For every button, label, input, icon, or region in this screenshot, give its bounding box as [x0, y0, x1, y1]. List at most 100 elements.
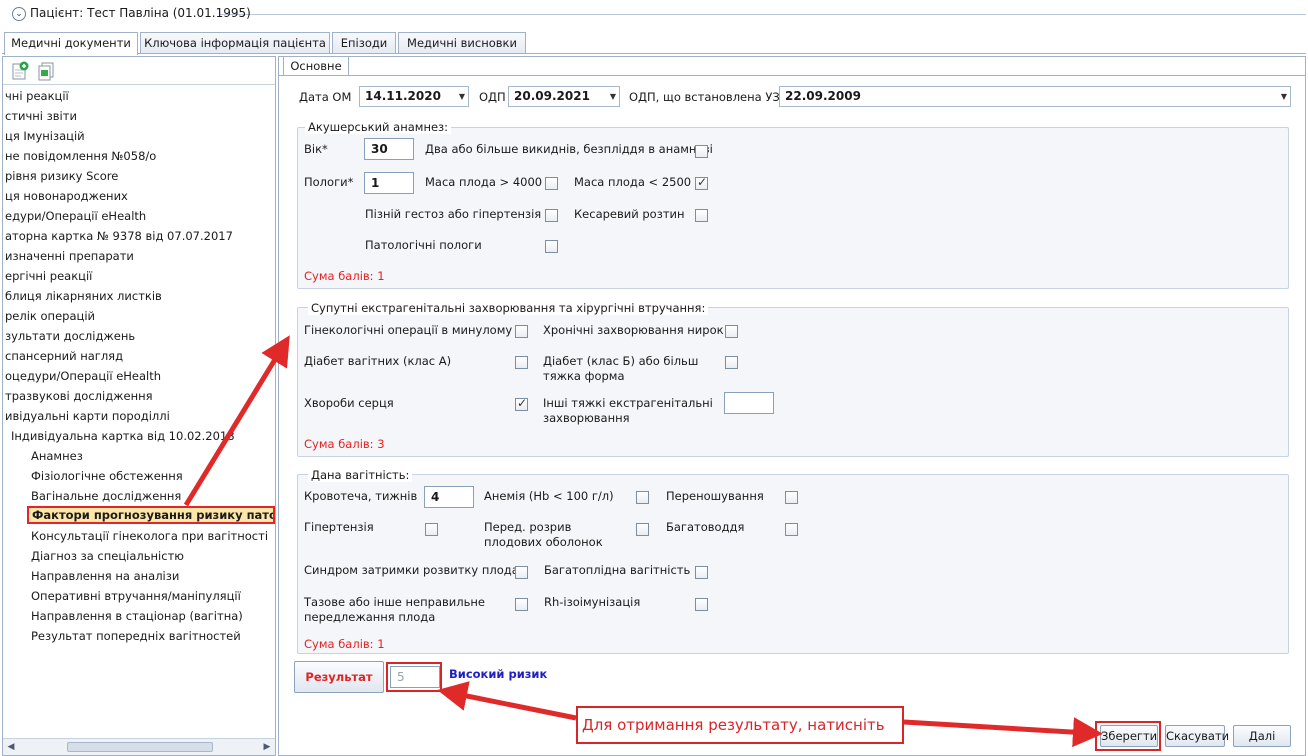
result-button[interactable]: Результат: [294, 661, 384, 693]
odp-uzd-label: ОДП, що встановлена УЗД: [629, 90, 789, 104]
breech-checkbox[interactable]: [515, 598, 528, 611]
patient-title: Пацієнт: Тест Павліна (01.01.1995): [30, 6, 251, 20]
tree-item[interactable]: блиця лікарняних листків: [5, 287, 275, 305]
anemia-checkbox[interactable]: [636, 491, 649, 504]
tab-episodes[interactable]: Епізоди: [332, 32, 396, 54]
postterm-checkbox[interactable]: [785, 491, 798, 504]
cesarean-checkbox[interactable]: [695, 209, 708, 222]
tab-medical-conclusions[interactable]: Медичні висновки: [398, 32, 526, 54]
copy-document-icon[interactable]: [36, 61, 56, 81]
current-pregnancy-title: Дана вагітність:: [308, 468, 413, 482]
risk-level-text: Високий ризик: [449, 667, 548, 681]
cesarean-label: Кесаревий розтин: [574, 207, 685, 221]
cancel-button[interactable]: Скасувати: [1165, 725, 1229, 747]
scroll-right-icon[interactable]: ▶: [261, 741, 273, 753]
dropdown-arrow-icon[interactable]: ▼: [459, 87, 465, 106]
chronic-kidney-checkbox[interactable]: [725, 325, 738, 338]
growth-restriction-label: Синдром затримки розвитку плода: [304, 563, 519, 577]
tree-item[interactable]: Діагноз за спеціальністю: [31, 547, 275, 565]
diabetes-b-checkbox[interactable]: [725, 356, 738, 369]
tree-item[interactable]: стичні звіти: [5, 107, 275, 125]
rh-label: Rh-ізоімунізація: [544, 595, 641, 609]
tree-horizontal-scrollbar[interactable]: ◀ ▶: [3, 738, 275, 755]
tree-item[interactable]: ця Імунізацій: [5, 127, 275, 145]
premature-rupture-checkbox[interactable]: [636, 523, 649, 536]
tree-item[interactable]: чні реакції: [5, 87, 275, 105]
pathological-births-label: Патологічні пологи: [365, 238, 482, 252]
tree-item[interactable]: спансерний нагляд: [5, 347, 275, 365]
tabs-divider: [2, 53, 1306, 54]
tab-key-info[interactable]: Ключова інформація пацієнта: [140, 32, 330, 54]
tree-item[interactable]: Результат попередніх вагітностей: [31, 627, 275, 645]
hypertension-checkbox[interactable]: [425, 523, 438, 536]
tree-item[interactable]: не повідомлення №058/о: [5, 147, 275, 165]
tree-item[interactable]: зультати досліджень: [5, 327, 275, 345]
tree-item[interactable]: Фізіологічне обстеження: [31, 467, 275, 485]
tree-item[interactable]: ергічні реакції: [5, 267, 275, 285]
rh-checkbox[interactable]: [695, 598, 708, 611]
postterm-label: Переношування: [666, 489, 764, 503]
tree-item[interactable]: оцедури/Операції eHealth: [5, 367, 275, 385]
weight-over-checkbox[interactable]: [545, 177, 558, 190]
late-gestosis-checkbox[interactable]: [545, 209, 558, 222]
subtab-divider: [279, 75, 1305, 76]
chronic-kidney-label: Хронічні захворювання нирок: [543, 323, 724, 337]
extragenital-title: Супутні екстрагенітальні захворювання та…: [308, 301, 709, 315]
om-date-label: Дата ОМ: [299, 90, 352, 104]
polyhydramnios-checkbox[interactable]: [785, 523, 798, 536]
tree-item[interactable]: едури/Операції eHealth: [5, 207, 275, 225]
tab-medical-documents[interactable]: Медичні документи: [4, 32, 138, 55]
scroll-left-icon[interactable]: ◀: [5, 741, 17, 753]
om-date-field[interactable]: 14.11.2020 ▼: [359, 86, 469, 107]
gyn-operations-label: Гінекологічні операції в минулому: [304, 323, 513, 337]
bleeding-weeks-input[interactable]: 4: [424, 486, 474, 508]
dropdown-arrow-icon[interactable]: ▼: [1281, 87, 1287, 106]
births-input[interactable]: 1: [364, 172, 414, 194]
tree-item[interactable]: аторна картка № 9378 від 07.07.2017: [5, 227, 275, 245]
tree-item[interactable]: Направлення на аналізи: [31, 567, 275, 585]
tab-main[interactable]: Основне: [283, 57, 349, 76]
tree-item[interactable]: релік операцій: [5, 307, 275, 325]
other-severe-input[interactable]: [724, 392, 774, 414]
tree-item[interactable]: Анамнез: [31, 447, 275, 465]
anemia-label: Анемія (Hb < 100 г/л): [484, 489, 614, 503]
add-document-icon[interactable]: [10, 61, 30, 81]
multiple-pregnancy-checkbox[interactable]: [695, 566, 708, 579]
tree-item[interactable]: Консультації гінеколога при вагітності: [31, 527, 275, 545]
pathological-births-checkbox[interactable]: [545, 240, 558, 253]
instruction-callout: Для отримання результату, натисніть: [576, 706, 904, 744]
births-label: Пологи*: [304, 175, 354, 189]
gyn-operations-checkbox[interactable]: [515, 325, 528, 338]
chevron-down-icon[interactable]: ⌄: [12, 7, 26, 21]
weight-under-checkbox[interactable]: [695, 175, 708, 190]
age-input[interactable]: 30: [364, 138, 414, 160]
tree-item[interactable]: изначенні препарати: [5, 247, 275, 265]
tree-item[interactable]: Вагінальне дослідження: [31, 487, 275, 505]
extragenital-score: Сума балів: 3: [304, 437, 385, 451]
scroll-thumb[interactable]: [67, 742, 213, 752]
diabetes-b-label: Діабет (клас Б) або більш тяжка форма: [543, 354, 699, 383]
two-abortions-label: Два або більше викиднів, безпліддя в ана…: [425, 142, 713, 156]
tree-item-risk-factors-selected[interactable]: Фактори прогнозування ризику патології: [27, 506, 275, 524]
tree-item[interactable]: рівня ризику Score: [5, 167, 275, 185]
diabetes-a-checkbox[interactable]: [515, 356, 528, 369]
tree-item[interactable]: Оперативні втручання/маніпуляції: [31, 587, 275, 605]
two-abortions-checkbox[interactable]: [695, 145, 708, 158]
tree-item[interactable]: ця новонароджених: [5, 187, 275, 205]
odp-label: ОДП: [479, 90, 506, 104]
growth-restriction-checkbox[interactable]: [515, 566, 528, 579]
odp-date-field[interactable]: 20.09.2021 ▼: [508, 86, 620, 107]
documents-tree: чні реакції стичні звіти ця Імунізацій н…: [3, 87, 275, 737]
next-button[interactable]: Далі: [1233, 725, 1291, 747]
tree-item-pregnancy-card[interactable]: Індивідуальна картка від 10.02.2018: [11, 427, 275, 445]
dropdown-arrow-icon[interactable]: ▼: [610, 87, 616, 106]
tree-item[interactable]: Направлення в стаціонар (вагітна): [31, 607, 275, 625]
tree-item[interactable]: ивідуальні карти породіллі: [5, 407, 275, 425]
tree-item[interactable]: тразвукові дослідження: [5, 387, 275, 405]
bleeding-label: Кровотеча, тижнів: [304, 489, 418, 503]
heart-disease-checkbox[interactable]: [515, 396, 528, 411]
odp-uzd-date-field[interactable]: 22.09.2009 ▼: [779, 86, 1291, 107]
odp-date-value: 20.09.2021: [514, 89, 590, 103]
risk-factors-form: Основне Дата ОМ 14.11.2020 ▼ ОДП 20.09.2…: [278, 56, 1306, 756]
weight-under-label: Маса плода < 2500 г: [574, 175, 701, 189]
